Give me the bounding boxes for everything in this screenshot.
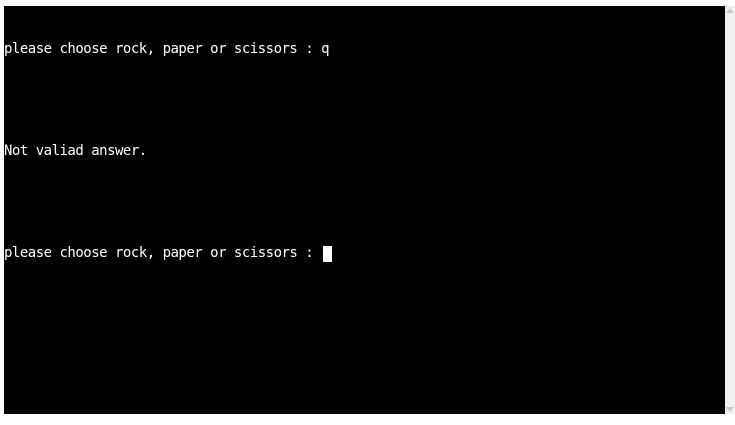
prompt-text: please choose rock, paper or scissors : [4,245,322,261]
error-message: Not valiad answer. [4,143,147,159]
terminal-output[interactable]: please choose rock, paper or scissors : … [4,6,725,414]
scroll-up-arrow-icon[interactable] [726,8,734,13]
prompt-text: please choose rock, paper or scissors : [4,41,322,57]
scroll-down-arrow-icon[interactable] [726,407,734,412]
user-input-text: q [321,41,330,57]
vertical-scrollbar[interactable] [725,6,735,414]
text-cursor [323,246,333,262]
terminal-line-1: please choose rock, paper or scissors : … [4,41,725,58]
terminal-window[interactable]: please choose rock, paper or scissors : … [4,6,725,414]
terminal-line-3[interactable]: please choose rock, paper or scissors : [4,245,725,262]
terminal-line-2: Not valiad answer. [4,143,725,160]
